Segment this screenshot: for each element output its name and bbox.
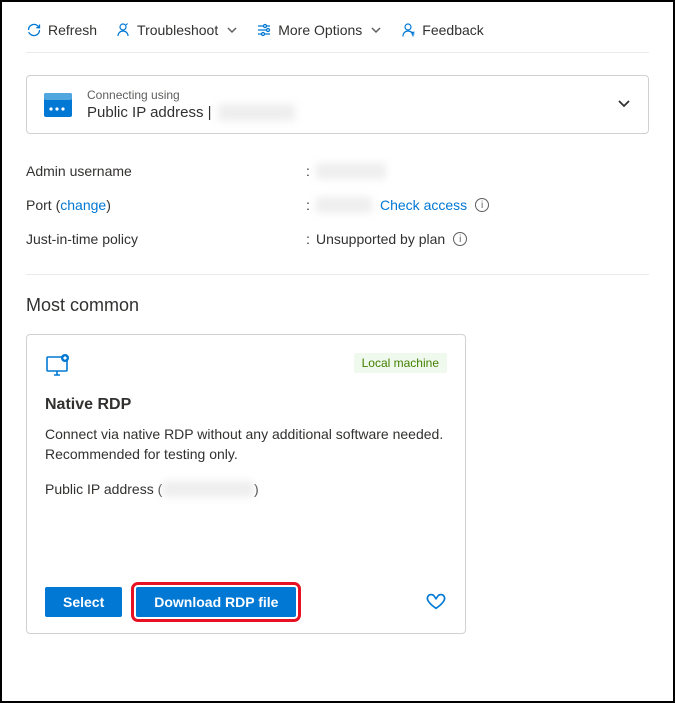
rdp-ip-label: Public IP address ( — [45, 481, 162, 497]
refresh-label: Refresh — [48, 22, 97, 38]
troubleshoot-label: Troubleshoot — [137, 22, 218, 38]
rdp-description: Connect via native RDP without any addit… — [45, 424, 447, 465]
jit-value: Unsupported by plan — [316, 231, 445, 247]
rdp-ip-row: Public IP address (xxx.xxx.xx) — [45, 481, 447, 497]
jit-row: Just-in-time policy : Unsupported by pla… — [26, 222, 649, 256]
check-access-link[interactable]: Check access — [380, 197, 467, 213]
sliders-icon — [256, 22, 272, 38]
port-change-link[interactable]: change — [60, 197, 106, 213]
favorite-button[interactable] — [425, 590, 447, 615]
refresh-icon — [26, 22, 42, 38]
connection-masked: xxx.xxx — [218, 104, 295, 121]
feedback-icon — [400, 22, 416, 38]
feedback-button[interactable]: Feedback — [400, 22, 483, 38]
chevron-down-icon — [616, 95, 632, 114]
details-list: Admin username : xxxxxx Port (change) : … — [26, 154, 649, 256]
rdp-ip-close: ) — [254, 481, 259, 497]
heart-icon — [425, 590, 447, 612]
select-button[interactable]: Select — [45, 587, 122, 617]
browser-icon — [43, 92, 73, 118]
port-value: xxxx — [316, 197, 372, 213]
admin-username-label: Admin username — [26, 163, 306, 179]
troubleshoot-button[interactable]: Troubleshoot — [115, 22, 238, 38]
info-icon[interactable]: i — [475, 198, 489, 212]
feedback-label: Feedback — [422, 22, 483, 38]
download-rdp-button[interactable]: Download RDP file — [136, 587, 296, 617]
connection-label: Connecting using — [87, 88, 602, 102]
info-icon[interactable]: i — [453, 232, 467, 246]
refresh-button[interactable]: Refresh — [26, 22, 97, 38]
jit-label: Just-in-time policy — [26, 231, 306, 247]
local-machine-badge: Local machine — [354, 353, 447, 373]
section-title: Most common — [26, 295, 649, 316]
divider — [26, 274, 649, 275]
native-rdp-card: Local machine Native RDP Connect via nat… — [26, 334, 466, 634]
monitor-icon — [45, 353, 71, 382]
connection-dropdown[interactable]: Connecting using Public IP address | xxx… — [26, 75, 649, 134]
more-options-label: More Options — [278, 22, 362, 38]
admin-username-row: Admin username : xxxxxx — [26, 154, 649, 188]
chevron-down-icon — [226, 24, 238, 36]
port-row: Port (change) : xxxx Check access i — [26, 188, 649, 222]
connection-value: Public IP address | — [87, 104, 212, 121]
connection-text: Connecting using Public IP address | xxx… — [87, 88, 602, 121]
toolbar: Refresh Troubleshoot More Options Feedba… — [26, 22, 649, 53]
rdp-title: Native RDP — [45, 396, 447, 414]
chevron-down-icon — [370, 24, 382, 36]
admin-username-value: xxxxxx — [316, 163, 386, 179]
port-label: Port — [26, 197, 52, 213]
troubleshoot-icon — [115, 22, 131, 38]
rdp-ip-value: xxx.xxx.xx — [162, 481, 254, 497]
more-options-button[interactable]: More Options — [256, 22, 382, 38]
